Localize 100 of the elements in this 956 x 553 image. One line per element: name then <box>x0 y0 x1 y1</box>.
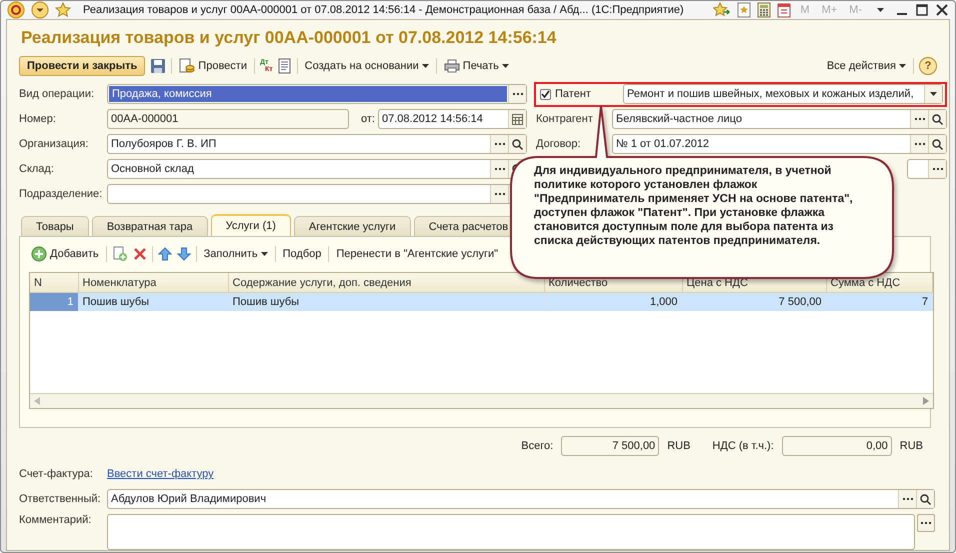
checkmark-icon <box>541 90 550 98</box>
open-button[interactable] <box>508 135 526 153</box>
dropdown-button[interactable] <box>924 85 942 103</box>
tab[interactable]: Агентские услуги <box>294 216 411 236</box>
app-logo-icon[interactable] <box>7 1 25 19</box>
ellipsis-icon <box>494 168 504 170</box>
post-button[interactable]: Провести <box>177 56 249 76</box>
star-icon[interactable] <box>55 2 71 18</box>
table-cell: Пошив шубы <box>78 292 228 311</box>
number-field[interactable]: 00АА-000001 <box>107 109 349 129</box>
bookmark-icon[interactable] <box>737 2 752 18</box>
patent-select[interactable]: Ремонт и пошив швейных, меховых и кожаных изделий, <box>623 84 943 104</box>
select-button[interactable] <box>898 490 916 508</box>
document-heading: Реализация товаров и услуг 00АА-000001 от 07.08.2012 14:56:14 <box>21 28 558 48</box>
move-button[interactable]: Перенести в "Агентские услуги" <box>334 246 500 262</box>
select-button[interactable] <box>490 135 508 153</box>
select-button[interactable] <box>490 185 508 203</box>
tab[interactable]: Товары <box>21 216 89 236</box>
help-button[interactable]: ? <box>919 57 937 75</box>
field-label: НДС (в т.ч.): <box>712 440 774 452</box>
select-button[interactable] <box>910 110 928 128</box>
save-icon[interactable] <box>150 58 166 74</box>
enter-invoice-link[interactable]: Ввести счет-фактуру <box>107 468 214 480</box>
field-label: Склад: <box>19 163 55 175</box>
select-button[interactable] <box>928 160 946 178</box>
vat-field[interactable]: 0,00 <box>782 436 892 456</box>
field-label: Комментарий: <box>19 514 92 526</box>
responsible-field[interactable]: Абдулов Юрий Владимирович <box>107 489 935 509</box>
field-label: Подразделение: <box>19 188 104 200</box>
ellipsis-icon <box>932 168 942 170</box>
report-icon[interactable] <box>278 58 292 74</box>
menu-dropdown-icon[interactable] <box>31 1 49 19</box>
select-button[interactable] <box>910 135 928 153</box>
currency-label: RUB <box>667 440 690 452</box>
table-cell: 7 <box>826 292 932 311</box>
caret-icon <box>502 64 509 68</box>
patent-checkbox[interactable] <box>540 88 551 100</box>
print-button[interactable]: Печать <box>442 57 511 75</box>
ellipsis-icon <box>914 118 924 120</box>
calendar-button[interactable] <box>508 110 526 128</box>
table-row[interactable]: 1 Пошив шубы Пошив шубы 1,000 7 500,00 7 <box>30 292 932 311</box>
delete-icon[interactable] <box>132 247 147 261</box>
counterparty-field[interactable]: Белявский-частное лицо <box>612 109 947 129</box>
contract-field[interactable]: № 1 от 01.07.2012 <box>612 134 947 154</box>
open-button[interactable] <box>916 490 934 508</box>
ellipsis-icon <box>512 92 522 96</box>
column-header[interactable]: Содержание услуги, доп. сведения <box>228 273 544 292</box>
field-label: Вид операции: <box>19 88 96 100</box>
column-header[interactable]: N <box>30 273 78 292</box>
total-field[interactable]: 7 500,00 <box>561 436 660 456</box>
document-coins-icon <box>179 58 196 74</box>
calculator-icon[interactable] <box>757 2 772 18</box>
printer-icon <box>444 59 460 73</box>
add-button[interactable]: Добавить <box>29 244 101 264</box>
currency-label: RUB <box>900 440 923 452</box>
field-label: от: <box>361 113 375 125</box>
horizontal-scrollbar[interactable] <box>30 393 933 408</box>
field-label: Номер: <box>19 113 57 125</box>
caret-icon <box>876 8 884 12</box>
maximize-icon[interactable] <box>915 3 929 17</box>
arrow-down-icon[interactable] <box>176 247 191 261</box>
field-label: Организация: <box>19 138 90 150</box>
calendar-icon[interactable] <box>777 2 792 18</box>
open-button[interactable] <box>928 135 946 153</box>
arrow-up-icon[interactable] <box>158 247 172 261</box>
open-button[interactable] <box>928 110 946 128</box>
date-field[interactable]: 07.08.2012 14:56:14 <box>378 109 527 129</box>
pick-button[interactable]: Подбор <box>280 246 324 262</box>
table-cell: 1,000 <box>544 292 682 311</box>
operation-type-field[interactable]: Продажа, комиссия <box>107 84 527 104</box>
all-actions-button[interactable]: Все действия <box>824 58 908 74</box>
tooltip-text: Для индивидуального предпринимателя, в учетной политике которого установлен флажок "Предприниматель применяет УСН на основе патента", доступен флажок "Патент". При установке флажка становится доступным поле для выбора патента из списка действующих патентов предпринимателя. <box>534 164 854 248</box>
organization-field[interactable]: Полубояров Г. В. ИП <box>107 134 527 154</box>
caret-icon <box>422 64 429 68</box>
advance-field[interactable] <box>907 159 947 179</box>
caret-icon <box>260 252 268 256</box>
copy-document-icon[interactable] <box>112 246 128 262</box>
calendar-icon <box>512 114 523 124</box>
tab[interactable]: Услуги (1) <box>210 214 291 236</box>
post-and-close-button[interactable]: Провести и закрыть <box>19 56 146 76</box>
table-cell: 1 <box>30 292 78 311</box>
star-arrow-icon[interactable] <box>713 2 732 18</box>
caret-icon <box>930 92 937 96</box>
table-cell: Пошив шубы <box>228 292 544 311</box>
fill-button[interactable]: Заполнить <box>202 246 270 262</box>
checkbox-label: Патент <box>555 88 592 100</box>
ellipsis-icon <box>494 192 504 196</box>
scroll-right-icon[interactable] <box>923 397 929 405</box>
field-label: Контрагент <box>536 113 594 125</box>
comment-field[interactable] <box>107 514 915 550</box>
column-header[interactable]: Номенклатура <box>78 273 228 292</box>
close-icon[interactable] <box>935 3 949 17</box>
select-button[interactable] <box>917 514 935 532</box>
select-button[interactable] <box>490 160 508 178</box>
table-cell: 7 500,00 <box>682 292 826 311</box>
select-button[interactable] <box>508 85 526 103</box>
create-based-on-button[interactable]: Создать на основании <box>302 58 431 74</box>
tab[interactable]: Возвратная тара <box>92 216 208 236</box>
ellipsis-icon <box>914 142 924 146</box>
plus-icon <box>31 246 47 262</box>
